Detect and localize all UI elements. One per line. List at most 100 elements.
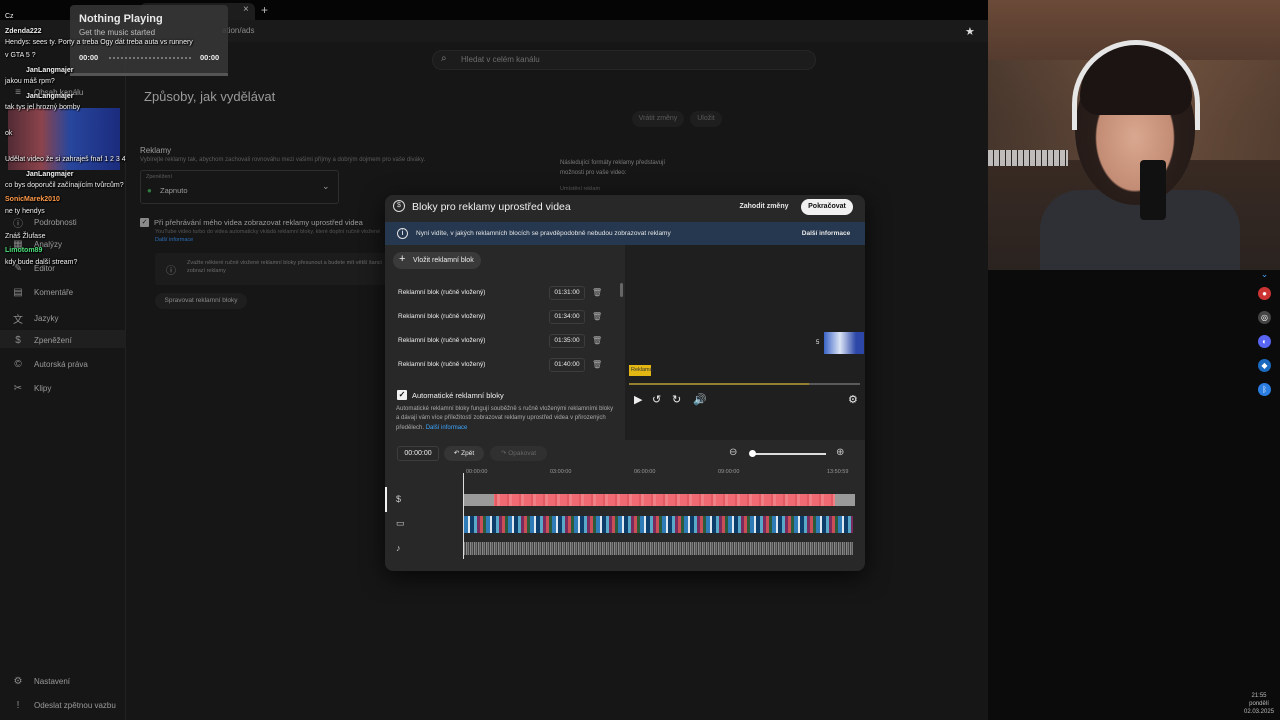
discard-changes-button[interactable]: Zahodit změny	[734, 199, 794, 215]
chat-username: JanLangmajer	[26, 67, 74, 74]
trash-icon[interactable]: 🗑	[592, 312, 602, 321]
chat-line: Cz	[5, 13, 14, 20]
sidebar-item-label: Jazyky	[34, 314, 59, 323]
ad-break-label: Reklamní blok (ručně vložený)	[398, 361, 486, 368]
ads-track-inactive-segment	[835, 494, 855, 506]
system-clock: 21:55 pondělí 02.03.2025	[1244, 692, 1274, 716]
select-label: Zpeněžení	[146, 174, 172, 180]
now-playing-title: Nothing Playing	[79, 13, 163, 25]
comments-icon: ▤	[13, 287, 23, 298]
undo-button[interactable]: ↶ Zpět	[444, 446, 484, 461]
ad-formats-subheading: Umístění reklam	[560, 186, 601, 192]
feedback-icon: !	[16, 700, 20, 711]
list-scrollbar[interactable]	[620, 283, 623, 297]
audio-track[interactable]	[464, 542, 853, 555]
timeline-tick: 00:00:00	[466, 469, 488, 475]
sidebar-item-clips[interactable]: ✂ Klipy	[12, 383, 52, 394]
auto-ad-breaks-checkbox[interactable]: ✓	[397, 390, 407, 400]
bookmark-star-icon[interactable]: ★	[965, 25, 975, 38]
trash-icon[interactable]: 🗑	[592, 336, 602, 345]
notice-text: Zvažte některé ručně vložené reklamní bl…	[187, 260, 382, 275]
zoom-in-icon[interactable]: ⊕	[836, 447, 844, 458]
auto-ad-breaks-label: Automatické reklamní bloky	[412, 391, 504, 400]
clock-time: 21:55	[1251, 693, 1267, 699]
auto-ad-breaks-description: Automatické reklamní bloky fungují soubě…	[396, 405, 616, 433]
languages-icon: 文	[13, 315, 23, 326]
sidebar-item-label: Nastavení	[34, 677, 71, 686]
sidebar-item-languages[interactable]: 文 Jazyky	[12, 311, 58, 326]
sidebar-item-feedback[interactable]: ! Odeslat zpětnou vazbu	[12, 700, 116, 711]
revert-changes-button[interactable]: Vrátit změny	[632, 111, 684, 127]
zoom-out-icon[interactable]: ⊖	[729, 447, 737, 458]
ad-break-time-input[interactable]: 01:35:00	[549, 334, 585, 348]
sidebar-item-monetization[interactable]: $ Zpeněžení	[12, 335, 72, 346]
tray-bluetooth-icon[interactable]: ᛒ	[1258, 383, 1271, 396]
info-icon: i	[397, 228, 408, 239]
auto-learn-more-link[interactable]: Další informace	[426, 425, 468, 431]
save-button[interactable]: Uložit	[690, 111, 722, 127]
tray-app-blue-icon[interactable]: ◆	[1258, 359, 1271, 372]
now-playing-footer	[70, 73, 228, 76]
redo-button[interactable]: ↷ Opakovat	[490, 446, 547, 461]
chat-line: ok	[5, 130, 13, 137]
ads-track[interactable]	[464, 494, 855, 506]
sidebar-item-label: Komentáře	[34, 288, 74, 297]
chat-username: JanLangmajer	[26, 171, 74, 178]
tray-chevron-icon[interactable]: ⌄	[1258, 268, 1271, 281]
forward-10-icon[interactable]: ↻	[672, 393, 681, 406]
timecode-input[interactable]: 00:00:00	[397, 446, 439, 461]
tab-close-icon[interactable]: ×	[243, 4, 249, 15]
undo-label: Zpět	[461, 450, 475, 457]
tray-discord-icon[interactable]: ◐	[1258, 335, 1271, 348]
play-icon[interactable]: ▶	[634, 393, 642, 406]
midroll-checkbox[interactable]: ✓	[140, 218, 149, 227]
timeline-tick: 13:50:59	[827, 469, 849, 475]
insert-ad-break-button[interactable]: Vložit reklamní blok	[393, 252, 481, 269]
details-icon: ⓘ	[13, 219, 23, 230]
sidebar-item-label: Podrobnosti	[34, 218, 77, 227]
chevron-down-icon: ⌄	[322, 181, 330, 191]
search-icon: ⌕	[441, 53, 447, 64]
zoom-slider-handle[interactable]	[749, 450, 756, 457]
ad-break-time-input[interactable]: 01:31:00	[549, 286, 585, 300]
midroll-label: Při přehrávání mého videa zobrazovat rek…	[154, 218, 363, 227]
ads-track-inactive-segment	[464, 494, 494, 506]
clock-date: 02.03.2025	[1244, 709, 1275, 716]
continue-button[interactable]: Pokračovat	[801, 199, 853, 215]
dollar-icon: $	[396, 494, 402, 504]
select-value: Zapnuto	[160, 186, 188, 195]
sidebar-item-details[interactable]: ⓘ Podrobnosti	[12, 215, 77, 230]
ad-break-time-input[interactable]: 01:34:00	[549, 310, 585, 324]
playhead[interactable]	[463, 473, 464, 559]
sidebar-item-copyright[interactable]: © Autorská práva	[12, 359, 88, 370]
midroll-learn-more-link[interactable]: Další informace	[155, 237, 193, 243]
new-tab-icon[interactable]: +	[261, 3, 268, 17]
trash-icon[interactable]: 🗑	[592, 288, 602, 297]
rewind-10-icon[interactable]: ↺	[652, 393, 661, 406]
sidebar-item-label: Autorská práva	[34, 360, 88, 369]
sidebar-item-settings[interactable]: ⚙ Nastavení	[12, 676, 71, 687]
manage-ad-breaks-button[interactable]: Spravovat reklamní bloky	[155, 293, 247, 309]
dollar-icon: $	[15, 335, 21, 346]
zoom-slider[interactable]	[751, 453, 826, 455]
chat-line: kdy bude další stream?	[5, 259, 78, 266]
chat-username: Zdenda222	[5, 28, 42, 35]
tray-steam-icon[interactable]: ◎	[1258, 311, 1271, 324]
chat-line: co bys doporučil začínajícím tvůrcům?	[5, 182, 124, 189]
volume-icon[interactable]: 🔊	[693, 393, 707, 406]
chat-username: Limotom89	[5, 247, 43, 254]
now-playing-progress	[109, 57, 191, 59]
ad-break-time-input[interactable]: 01:40:00	[549, 358, 585, 372]
content-icon: ≡	[15, 87, 21, 98]
tray-app-red-icon[interactable]: ●	[1258, 287, 1271, 300]
sidebar-item-comments[interactable]: ▤ Komentáře	[12, 287, 73, 298]
ad-formats-info: Následující formáty reklamy představují …	[560, 160, 666, 176]
info-learn-more-button[interactable]: Další informace	[800, 226, 852, 241]
plus-icon: +	[399, 253, 406, 265]
video-track[interactable]	[464, 516, 853, 533]
status-on-icon: ●	[147, 186, 152, 195]
gear-icon[interactable]: ⚙	[848, 393, 858, 406]
trash-icon[interactable]: 🗑	[592, 360, 602, 369]
timeline-tick: 03:00:00	[550, 469, 572, 475]
chat-line: jakou máš rpm?	[5, 78, 55, 85]
